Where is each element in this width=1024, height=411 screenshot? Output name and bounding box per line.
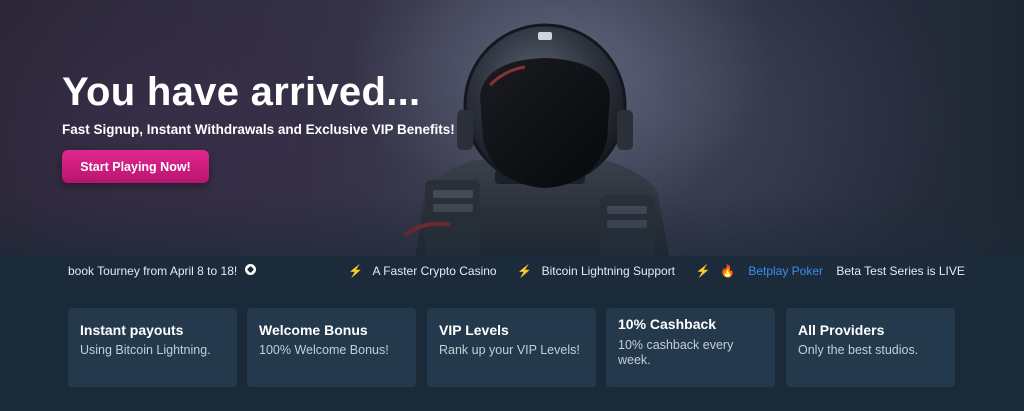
ticker-item: Beta Test Series is LIVE bbox=[836, 263, 965, 278]
hero-title: You have arrived... bbox=[62, 70, 421, 114]
feature-card-title: Instant payouts bbox=[80, 322, 184, 338]
betplay-poker-link[interactable]: Betplay Poker bbox=[748, 264, 823, 278]
feature-card-desc: 10% cashback every week. bbox=[618, 338, 734, 367]
feature-card-title: VIP Levels bbox=[439, 322, 509, 338]
lightning-bolt-icon: ⚡ bbox=[517, 263, 533, 278]
fire-icon: 🔥 bbox=[720, 263, 735, 278]
feature-card-desc: 100% Welcome Bonus! bbox=[259, 343, 389, 357]
hero-fade bbox=[0, 196, 1024, 256]
feature-card-desc: Using Bitcoin Lightning. bbox=[80, 343, 211, 357]
ticker-item: A Faster Crypto Casino bbox=[372, 263, 497, 278]
feature-card-desc: Only the best studios. bbox=[798, 343, 919, 357]
ticker-item: Bitcoin Lightning Support bbox=[541, 263, 676, 278]
feature-card-all-providers: All Providers Only the best studios. bbox=[786, 308, 955, 387]
feature-card-vip-levels: VIP Levels Rank up your VIP Levels! bbox=[427, 308, 596, 387]
soccer-ball-icon bbox=[244, 264, 256, 276]
feature-card-instant-payouts: Instant payouts Using Bitcoin Lightning. bbox=[68, 308, 237, 387]
hero-subtitle: Fast Signup, Instant Withdrawals and Exc… bbox=[62, 122, 455, 137]
feature-card-welcome-bonus: Welcome Bonus 100% Welcome Bonus! bbox=[247, 308, 416, 387]
ticker-track: book Tourney from April 8 to 18! ⚡ A Fas… bbox=[68, 263, 965, 278]
feature-cards: Instant payouts Using Bitcoin Lightning.… bbox=[68, 308, 955, 387]
lightning-bolt-icon: ⚡ bbox=[695, 263, 711, 278]
start-playing-button[interactable]: Start Playing Now! bbox=[62, 150, 209, 183]
feature-card-title: All Providers bbox=[798, 322, 885, 338]
feature-card-cashback: 10% Cashback 10% cashback every week. bbox=[606, 308, 775, 387]
news-ticker: book Tourney from April 8 to 18! ⚡ A Fas… bbox=[0, 256, 1024, 284]
feature-card-desc: Rank up your VIP Levels! bbox=[439, 343, 580, 357]
feature-card-title: 10% Cashback bbox=[618, 316, 717, 332]
hero-banner: You have arrived... Fast Signup, Instant… bbox=[0, 0, 1024, 256]
lightning-bolt-icon: ⚡ bbox=[348, 263, 364, 278]
feature-card-title: Welcome Bonus bbox=[259, 322, 368, 338]
ticker-item: book Tourney from April 8 to 18! bbox=[68, 263, 238, 278]
